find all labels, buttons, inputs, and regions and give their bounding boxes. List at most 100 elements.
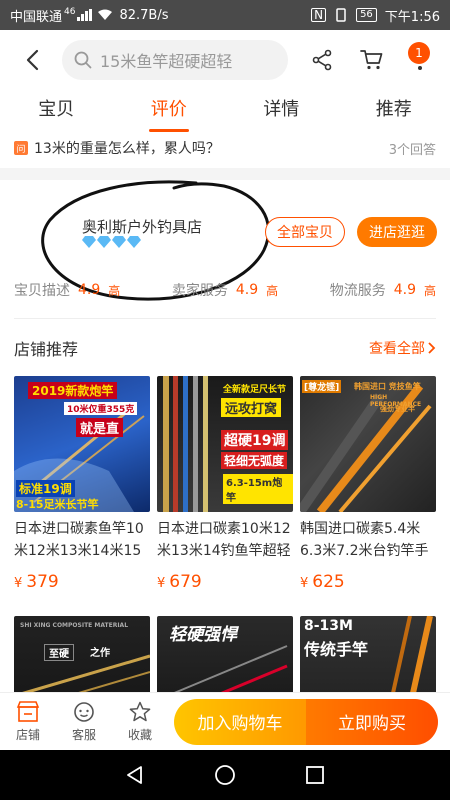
image-tag: 至硬 — [44, 644, 74, 661]
share-button[interactable] — [302, 40, 342, 80]
rating-logistics: 物流服务 4.9 高 — [295, 280, 436, 300]
rating-level: 高 — [266, 283, 279, 298]
status-bar: 中国联通 46 82.7B/s N 56 下午1:56 — [0, 0, 450, 30]
price-value: 679 — [169, 572, 202, 592]
product-price: ¥625 — [300, 572, 436, 592]
image-tag: 标准19调 — [16, 480, 75, 497]
product-card[interactable]: 全新款足尺长节 远攻打窝 超硬19调 轻细无弧度 6.3-15m炮竿 日本进口碳… — [157, 376, 293, 592]
product-tabs: 宝贝 评价 详情 推荐 — [0, 90, 450, 134]
purchase-buttons: 加入购物车 立即购买 — [174, 698, 438, 745]
cart-button[interactable] — [352, 40, 392, 80]
divider — [14, 318, 436, 319]
favorite-button[interactable]: 收藏 — [112, 701, 168, 743]
notification-badge: 1 — [408, 42, 430, 64]
vibrate-icon — [336, 8, 346, 22]
nav-back-icon[interactable] — [124, 764, 146, 786]
signal-type: 46 — [64, 7, 76, 17]
shop-label: 店铺 — [15, 727, 40, 742]
product-name: 韩国进口碳素5.4米6.3米7.2米台钓竿手竿 — [300, 521, 429, 559]
currency-symbol: ¥ — [14, 576, 23, 591]
nav-recents-icon[interactable] — [304, 764, 326, 786]
image-tag: 轻硬强悍 — [169, 625, 237, 645]
search-icon — [74, 51, 92, 69]
product-card[interactable]: [尊龙铿] 韩国进口 竞技鱼竿 HIGH PERFORMANCE 强劲专业竿 韩… — [300, 376, 436, 592]
all-items-button[interactable]: 全部宝贝 — [265, 217, 345, 247]
image-tag: 远攻打窝 — [221, 398, 282, 417]
carrier-label: 中国联通 — [10, 9, 63, 25]
image-tag: SHI XING COMPOSITE MATERIAL — [20, 622, 129, 629]
visit-shop-button[interactable]: 进店逛逛 — [357, 217, 437, 247]
rating-description: 宝贝描述 4.9 高 — [14, 280, 155, 300]
view-all-link[interactable]: 查看全部 — [369, 338, 436, 358]
question-icon: 问 — [14, 141, 28, 155]
clock: 下午1:56 — [384, 9, 440, 25]
rating-level: 高 — [424, 283, 437, 298]
chat-icon — [74, 701, 94, 722]
rating-label: 宝贝描述 — [14, 283, 70, 299]
chevron-right-icon — [428, 342, 436, 354]
image-tag: 轻细无弧度 — [221, 452, 288, 469]
section-title: 店铺推荐 — [14, 340, 79, 359]
tab-recommend[interactable]: 推荐 — [338, 90, 450, 134]
wifi-icon — [98, 9, 113, 20]
product-image: 2019新款炮竿 10米仅重355克 就是直 标准19调 8-15足米长节竿 — [14, 376, 150, 512]
answer-count: 3个回答 — [388, 142, 436, 158]
shop-name[interactable]: 奥利斯户外钓具店 — [82, 216, 202, 237]
question-row[interactable]: 问 13米的重量怎么样，累人吗？ 3个回答 — [0, 134, 450, 162]
tab-details[interactable]: 详情 — [225, 90, 338, 134]
bottom-action-bar: 店铺 客服 收藏 加入购物车 立即购买 — [0, 692, 450, 750]
rating-score: 4.9 — [235, 282, 259, 298]
image-tag: 韩国进口 竞技鱼竿 — [354, 382, 421, 391]
image-tag: 就是直 — [76, 418, 124, 437]
rating-score: 4.9 — [393, 282, 416, 298]
question-text: 13米的重量怎么样，累人吗？ — [34, 141, 220, 157]
product-page: 中国联通 46 82.7B/s N 56 下午1:56 15米鱼竿超硬超轻 1 — [0, 0, 450, 800]
currency-symbol: ¥ — [300, 576, 309, 591]
service-label: 客服 — [71, 727, 96, 742]
cart-icon — [360, 50, 383, 70]
top-header: 15米鱼竿超硬超轻 1 — [0, 30, 450, 90]
chevron-left-icon — [26, 49, 39, 71]
product-name: 日本进口碳素鱼竿10米12米13米14米15米超轻超硬 — [14, 521, 144, 559]
more-button[interactable]: 1 — [400, 40, 440, 80]
price-value: 625 — [312, 572, 345, 592]
product-price: ¥679 — [157, 572, 293, 592]
shop-ratings: 宝贝描述 4.9 高 卖家服务 4.9 高 物流服务 4.9 高 — [14, 280, 436, 300]
product-card[interactable]: 2019新款炮竿 10米仅重355克 就是直 标准19调 8-15足米长节竿 日… — [14, 376, 150, 592]
product-image: 全新款足尺长节 远攻打窝 超硬19调 轻细无弧度 6.3-15m炮竿 — [157, 376, 293, 512]
diamond-icon — [127, 236, 141, 248]
favorite-label: 收藏 — [127, 727, 152, 742]
image-tag: 2019新款炮竿 — [28, 382, 118, 399]
tab-item[interactable]: 宝贝 — [0, 90, 113, 134]
back-button[interactable] — [12, 30, 52, 90]
rating-service: 卖家服务 4.9 高 — [155, 280, 296, 300]
search-placeholder: 15米鱼竿超硬超轻 — [100, 52, 233, 71]
customer-service-button[interactable]: 客服 — [56, 701, 112, 743]
shop-level — [82, 236, 141, 248]
image-tag: 8-15足米长节竿 — [16, 498, 99, 511]
image-tag: [尊龙铿] — [302, 380, 342, 393]
price-value: 379 — [26, 572, 59, 592]
image-tag: 全新款足尺长节 — [223, 385, 287, 395]
buy-now-button[interactable]: 立即购买 — [306, 698, 438, 745]
diamond-icon — [97, 236, 111, 248]
product-image: [尊龙铿] 韩国进口 竞技鱼竿 HIGH PERFORMANCE 强劲专业竿 — [300, 376, 436, 512]
diamond-icon — [112, 236, 126, 248]
rating-label: 物流服务 — [329, 283, 386, 299]
nav-home-icon[interactable] — [214, 764, 236, 786]
star-icon — [129, 701, 151, 721]
currency-symbol: ¥ — [157, 576, 166, 591]
product-name: 日本进口碳素10米12米13米14钓鱼竿超轻超硬 — [157, 521, 291, 559]
tab-reviews[interactable]: 评价 — [113, 90, 226, 134]
image-tag: 强劲专业竿 — [380, 405, 415, 413]
shop-icon — [16, 700, 40, 722]
signal-icon — [77, 9, 93, 21]
share-icon — [312, 49, 332, 71]
image-tag: 6.3-15m炮竿 — [223, 474, 293, 504]
image-tag: 8-13M — [304, 618, 353, 634]
shop-card: 奥利斯户外钓具店 全部宝贝 进店逛逛 宝贝描述 4.9 高 卖家服务 4.9 高 — [0, 180, 450, 320]
add-to-cart-button[interactable]: 加入购物车 — [174, 698, 306, 745]
shop-button[interactable]: 店铺 — [0, 700, 56, 743]
section-divider — [0, 168, 450, 180]
search-input[interactable]: 15米鱼竿超硬超轻 — [62, 40, 288, 80]
